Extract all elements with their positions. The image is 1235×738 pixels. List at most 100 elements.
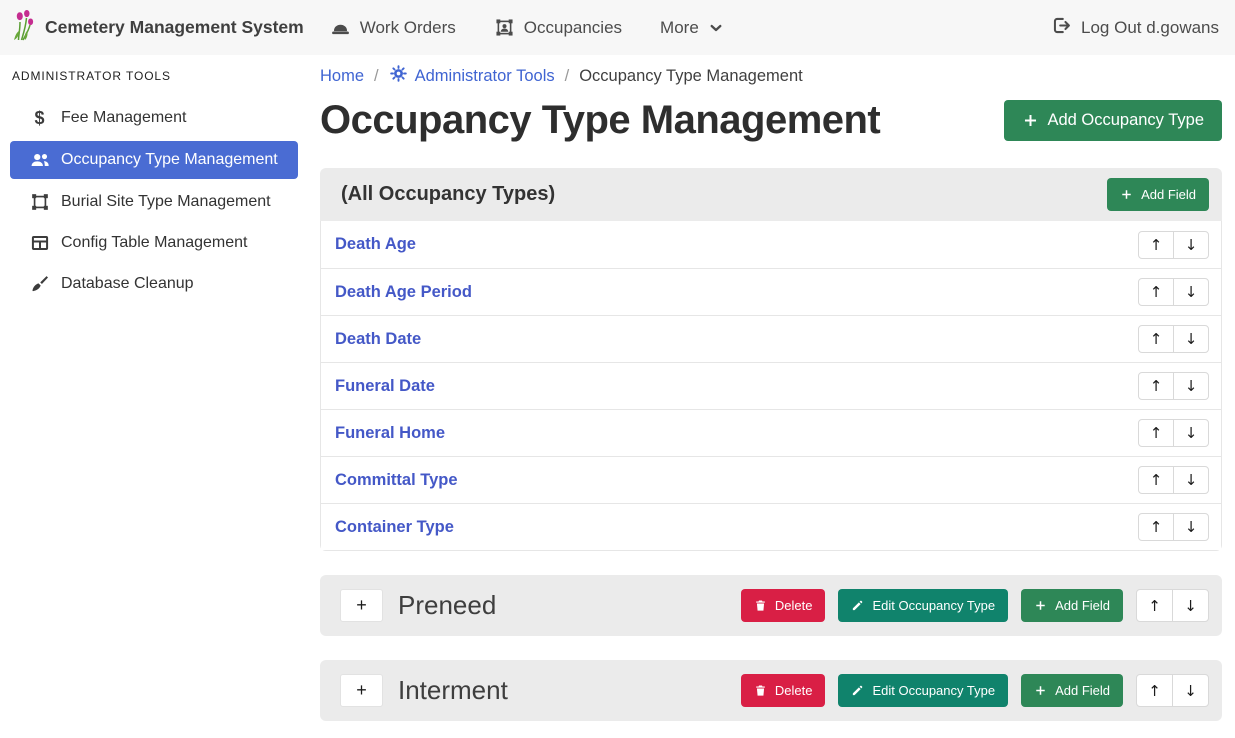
move-up-button[interactable]: ↑ [1138, 372, 1174, 400]
sidebar-list: $ Fee Management Occupancy Type Manageme… [0, 100, 310, 302]
add-occupancy-type-button[interactable]: Add Occupancy Type [1004, 100, 1222, 141]
all-occupancy-types-card: (All Occupancy Types) Add Field Death Ag… [320, 168, 1222, 551]
edit-occupancy-type-button[interactable]: Edit Occupancy Type [838, 589, 1008, 622]
sign-out-icon [1051, 15, 1072, 41]
app-title: Cemetery Management System [45, 17, 304, 38]
delete-label: Delete [775, 598, 813, 613]
field-row: Committal Type ↑ ↓ [321, 456, 1221, 503]
hard-hat-icon [330, 17, 351, 38]
move-up-button[interactable]: ↑ [1138, 231, 1174, 259]
sidebar: ADMINISTRATOR TOOLS $ Fee Management Occ… [0, 55, 310, 738]
move-down-button[interactable]: ↓ [1173, 513, 1209, 541]
top-navbar: Cemetery Management System Work Orders [0, 0, 1235, 55]
occupancy-type-section-preneed: + Preneed Delete [320, 575, 1222, 636]
field-row: Container Type ↑ ↓ [321, 503, 1221, 550]
breadcrumb-current: Occupancy Type Management [579, 67, 803, 86]
main-content: Home / [310, 55, 1235, 738]
sidebar-item-burial-site-type-management[interactable]: Burial Site Type Management [10, 184, 298, 220]
field-link-death-age-period[interactable]: Death Age Period [335, 283, 472, 302]
move-down-button[interactable]: ↓ [1173, 372, 1209, 400]
breadcrumb-home[interactable]: Home [320, 67, 364, 86]
broom-icon [28, 274, 51, 294]
reorder-group: ↑ ↓ [1138, 325, 1209, 353]
vector-square-icon [28, 192, 51, 212]
page-title: Occupancy Type Management [320, 98, 880, 143]
move-down-button[interactable]: ↓ [1173, 278, 1209, 306]
sidebar-heading: ADMINISTRATOR TOOLS [0, 63, 310, 83]
plus-icon [1120, 188, 1133, 201]
sidebar-item-label: Database Cleanup [61, 275, 194, 293]
chevron-down-icon [708, 20, 724, 36]
edit-occupancy-type-label: Edit Occupancy Type [872, 598, 995, 613]
move-up-button[interactable]: ↑ [1138, 419, 1174, 447]
move-down-button[interactable]: ↓ [1173, 466, 1209, 494]
gear-icon [389, 64, 408, 88]
move-up-button[interactable]: ↑ [1138, 466, 1174, 494]
all-occupancy-types-header: (All Occupancy Types) Add Field [320, 168, 1222, 221]
move-down-button[interactable]: ↓ [1172, 589, 1209, 622]
edit-occupancy-type-button[interactable]: Edit Occupancy Type [838, 674, 1008, 707]
reorder-group: ↑ ↓ [1138, 466, 1209, 494]
field-link-death-age[interactable]: Death Age [335, 235, 416, 254]
logout-label: Log Out d.gowans [1081, 18, 1219, 38]
move-down-button[interactable]: ↓ [1173, 231, 1209, 259]
reorder-group: ↑ ↓ [1138, 513, 1209, 541]
section-name: Preneed [398, 590, 741, 621]
expand-button[interactable]: + [340, 674, 383, 707]
move-up-button[interactable]: ↑ [1138, 325, 1174, 353]
delete-button[interactable]: Delete [741, 589, 826, 622]
nav-occupancies[interactable]: Occupancies [494, 17, 622, 38]
delete-label: Delete [775, 683, 813, 698]
add-field-button[interactable]: Add Field [1021, 589, 1123, 622]
sidebar-item-label: Fee Management [61, 109, 186, 127]
title-row: Occupancy Type Management Add Occupancy … [320, 98, 1222, 143]
delete-button[interactable]: Delete [741, 674, 826, 707]
move-up-button[interactable]: ↑ [1136, 589, 1173, 622]
add-field-button[interactable]: Add Field [1021, 674, 1123, 707]
expand-button[interactable]: + [340, 589, 383, 622]
brand[interactable]: Cemetery Management System [12, 9, 304, 46]
nav-more[interactable]: More [660, 18, 724, 38]
move-up-button[interactable]: ↑ [1136, 674, 1173, 707]
breadcrumb-admin-tools[interactable]: Administrator Tools [389, 64, 555, 88]
reorder-group: ↑ ↓ [1138, 419, 1209, 447]
sidebar-item-config-table-management[interactable]: Config Table Management [10, 225, 298, 261]
move-up-button[interactable]: ↑ [1138, 513, 1174, 541]
dollar-icon: $ [28, 108, 51, 128]
add-field-button[interactable]: Add Field [1107, 178, 1209, 211]
sidebar-item-occupancy-type-management[interactable]: Occupancy Type Management [10, 141, 298, 179]
plus-icon [1034, 684, 1047, 697]
field-row: Death Date ↑ ↓ [321, 315, 1221, 362]
all-occupancy-types-title: (All Occupancy Types) [341, 183, 555, 206]
add-occupancy-type-label: Add Occupancy Type [1047, 111, 1204, 130]
move-down-button[interactable]: ↓ [1172, 674, 1209, 707]
occupancy-type-section-interment: + Interment Delete [320, 660, 1222, 721]
breadcrumb: Home / [320, 64, 1222, 88]
field-link-funeral-home[interactable]: Funeral Home [335, 424, 445, 443]
move-down-button[interactable]: ↓ [1173, 419, 1209, 447]
section-name: Interment [398, 675, 741, 706]
field-link-container-type[interactable]: Container Type [335, 518, 454, 537]
move-up-button[interactable]: ↑ [1138, 278, 1174, 306]
sidebar-item-label: Occupancy Type Management [61, 151, 278, 169]
logout-button[interactable]: Log Out d.gowans [1051, 15, 1219, 41]
sidebar-item-fee-management[interactable]: $ Fee Management [10, 100, 298, 136]
field-link-death-date[interactable]: Death Date [335, 330, 421, 349]
edit-occupancy-type-label: Edit Occupancy Type [872, 683, 995, 698]
move-down-button[interactable]: ↓ [1173, 325, 1209, 353]
nav-work-orders[interactable]: Work Orders [330, 17, 456, 38]
reorder-group: ↑ ↓ [1136, 589, 1209, 622]
add-field-label: Add Field [1141, 187, 1196, 202]
nav-occupancies-label: Occupancies [524, 18, 622, 38]
field-row: Death Age ↑ ↓ [321, 221, 1221, 268]
reorder-group: ↑ ↓ [1138, 231, 1209, 259]
trash-icon [754, 684, 767, 697]
pencil-icon [851, 599, 864, 612]
sidebar-item-label: Burial Site Type Management [61, 193, 271, 211]
breadcrumb-admin-tools-label: Administrator Tools [415, 67, 555, 86]
trash-icon [754, 599, 767, 612]
field-link-committal-type[interactable]: Committal Type [335, 471, 458, 490]
field-link-funeral-date[interactable]: Funeral Date [335, 377, 435, 396]
sidebar-item-database-cleanup[interactable]: Database Cleanup [10, 266, 298, 302]
plus-icon [1034, 599, 1047, 612]
